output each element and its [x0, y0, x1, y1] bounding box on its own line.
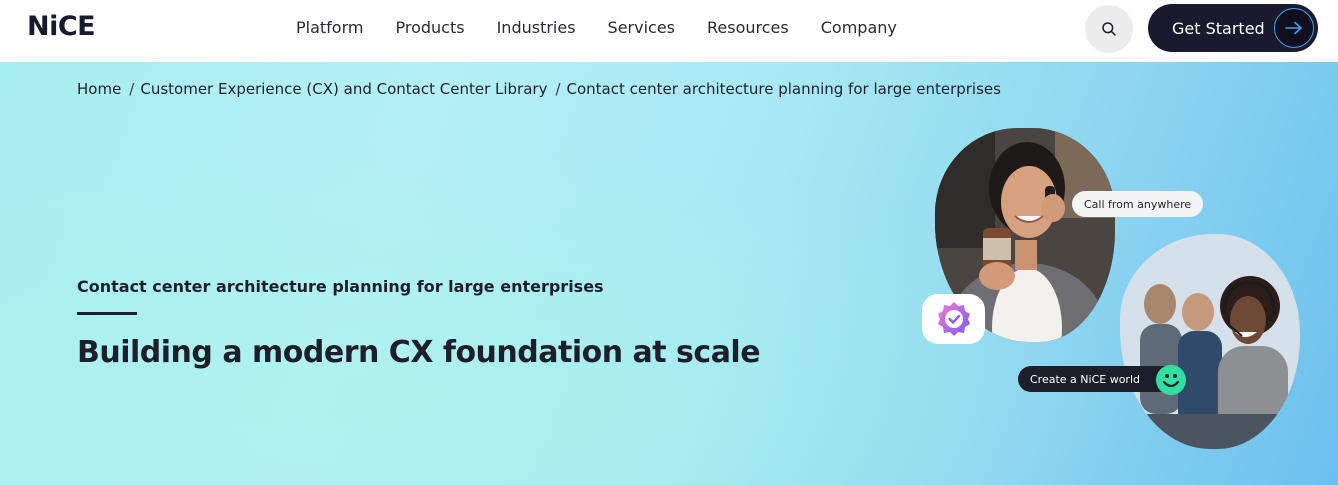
logo-text: NiCE [27, 11, 96, 42]
nav-item-company[interactable]: Company [821, 18, 897, 37]
get-started-label: Get Started [1172, 18, 1265, 38]
verified-badge-icon [937, 302, 970, 336]
search-icon [1102, 22, 1116, 36]
call-from-anywhere-bubble: Call from anywhere [1072, 191, 1204, 217]
hero-section: Home / Customer Experience (CX) and Cont… [0, 62, 1338, 485]
nav-item-resources[interactable]: Resources [707, 18, 789, 37]
nice-logo[interactable]: NiCE [27, 11, 96, 42]
breadcrumb-library[interactable]: Customer Experience (CX) and Contact Cen… [140, 80, 547, 98]
nav-item-platform[interactable]: Platform [296, 18, 363, 37]
nav-item-products[interactable]: Products [395, 18, 464, 37]
breadcrumb-separator: / [555, 80, 561, 98]
nav-item-industries[interactable]: Industries [497, 18, 576, 37]
search-button[interactable] [1085, 5, 1133, 53]
hero-headline: Building a modern CX foundation at scale [77, 335, 761, 370]
arrow-right-icon [1274, 8, 1314, 48]
breadcrumb: Home / Customer Experience (CX) and Cont… [77, 80, 1001, 98]
site-header: NiCE Platform Products Industries Servic… [0, 0, 1338, 62]
verified-badge [922, 294, 985, 344]
main-nav: Platform Products Industries Services Re… [296, 18, 897, 37]
breadcrumb-separator: / [129, 80, 135, 98]
create-a-nice-world-bubble: Create a NiCE world [1018, 366, 1176, 392]
breadcrumb-current: Contact center architecture planning for… [566, 80, 1001, 98]
agents-with-headsets-photo [1120, 234, 1300, 449]
nav-item-services[interactable]: Services [608, 18, 675, 37]
smiley-icon [1156, 365, 1186, 395]
get-started-button[interactable]: Get Started [1148, 4, 1318, 52]
hero-eyebrow: Contact center architecture planning for… [77, 277, 604, 296]
eyebrow-underline [77, 312, 137, 315]
breadcrumb-home[interactable]: Home [77, 80, 121, 98]
